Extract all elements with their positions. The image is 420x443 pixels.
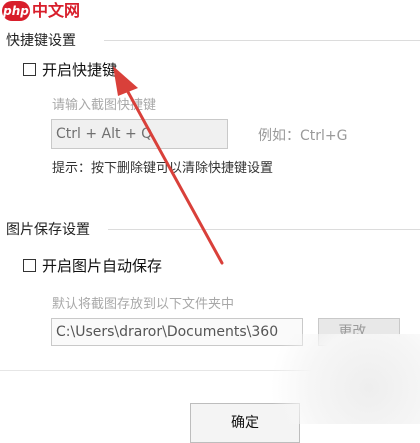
annotation-arrow-icon [113,66,224,265]
